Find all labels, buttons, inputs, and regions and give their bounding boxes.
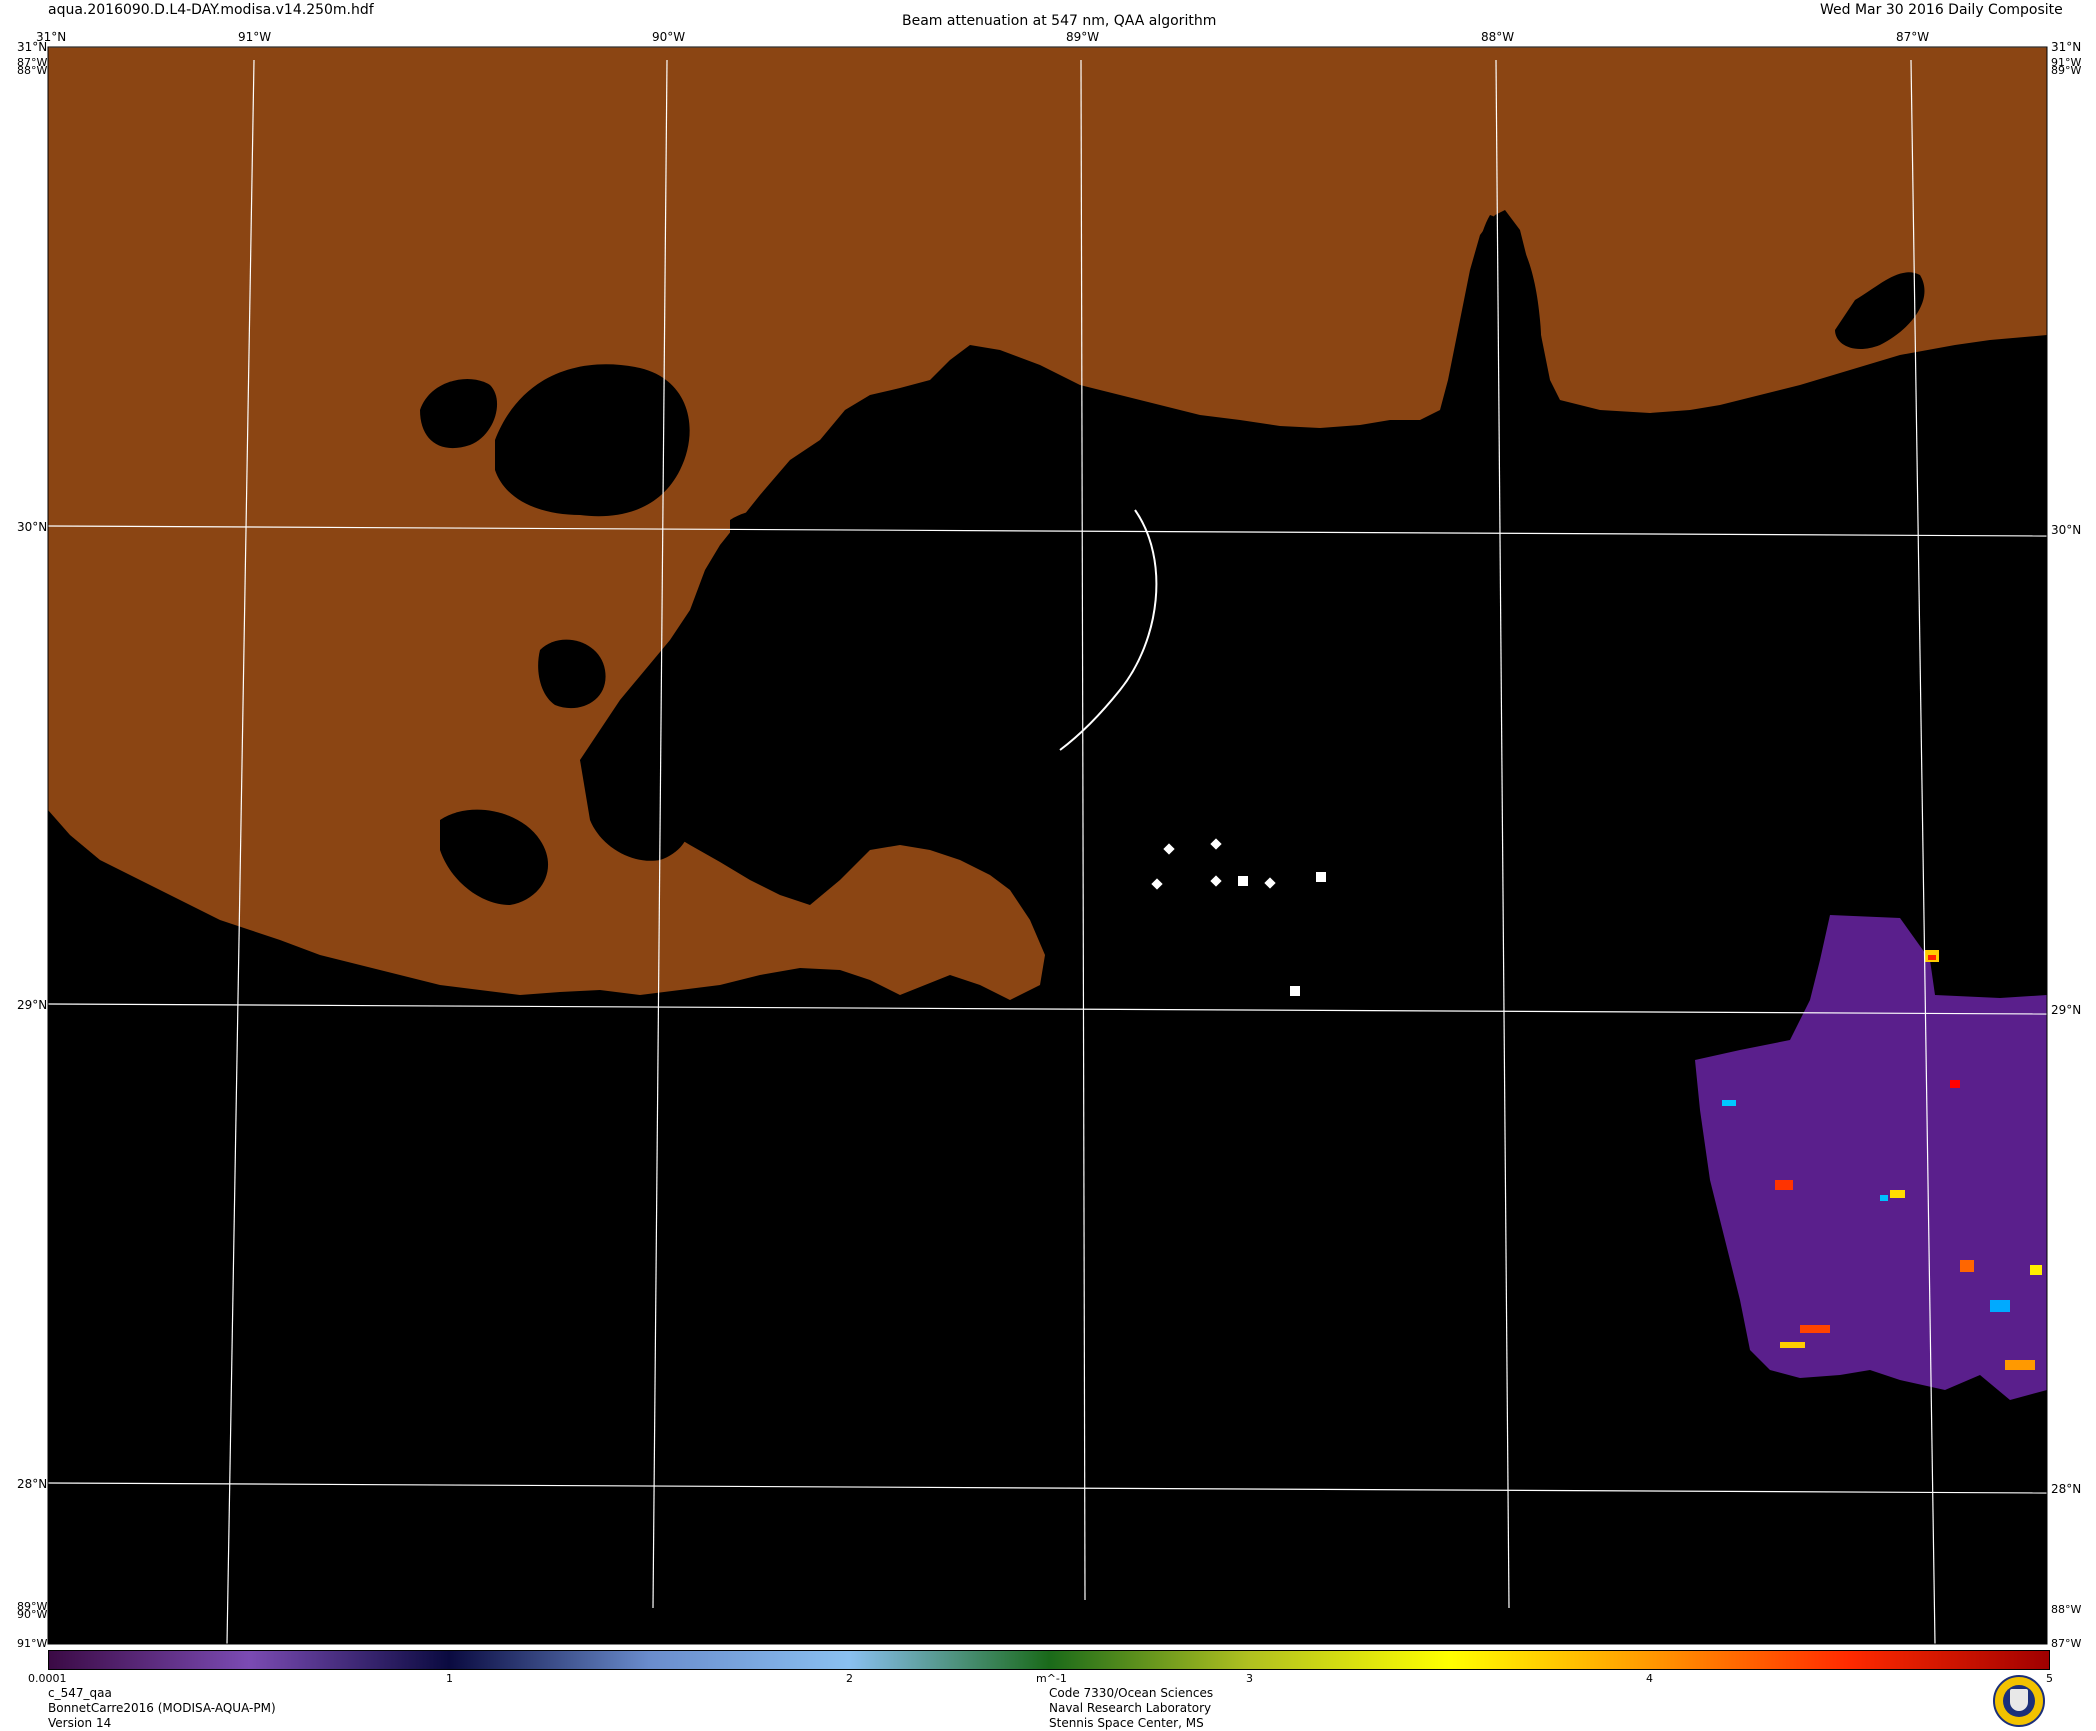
colorbar-tick-label: 1	[446, 1672, 453, 1685]
nrl-seal-logo	[1993, 1675, 2045, 1727]
lon-label-top: 89°W	[1066, 30, 1100, 44]
colorbar-tick-label: 0.0001	[28, 1672, 67, 1685]
corner-label: 91°W	[17, 1637, 48, 1650]
corner-label: 89°W	[2051, 64, 2082, 77]
corner-label: 88°W	[17, 64, 48, 77]
lat-label-right: 29°N	[2051, 1003, 2082, 1017]
product-name: c_547_qaa	[48, 1686, 112, 1700]
map-figure: aqua.2016090.D.L4-DAY.modisa.v14.250m.hd…	[0, 0, 2096, 1731]
logo-shield	[2010, 1689, 2028, 1711]
corner-label: 90°W	[17, 1608, 48, 1621]
map-canvas	[47, 46, 2048, 1645]
lon-label-top: 90°W	[652, 30, 686, 44]
lon-label-top: 91°W	[238, 30, 272, 44]
corner-label: 88°W	[2051, 1603, 2082, 1616]
org-line: Stennis Space Center, MS	[1049, 1716, 1204, 1730]
version-label: Version 14	[48, 1716, 112, 1730]
colorbar-unit: m^-1	[1036, 1672, 1067, 1685]
lat-label-left: 28°N	[17, 1477, 48, 1491]
colorbar-tick-label: 3	[1246, 1672, 1253, 1685]
lat-label-left: 29°N	[17, 998, 48, 1012]
org-line: Code 7330/Ocean Sciences	[1049, 1686, 1214, 1700]
lon-label-top: 87°W	[1896, 30, 1930, 44]
colorbar	[48, 1650, 2050, 1670]
project-name: BonnetCarre2016 (MODISA-AQUA-PM)	[48, 1701, 276, 1715]
lon-label-top: 88°W	[1481, 30, 1515, 44]
platform-marker	[1238, 876, 1248, 886]
lat-label-right: 31°N	[2051, 40, 2082, 54]
corner-label: 31°N	[36, 30, 67, 44]
colorbar-tick-label: 4	[1646, 1672, 1653, 1685]
corner-label: 87°W	[2051, 1637, 2082, 1650]
colorbar-tick-label: 2	[846, 1672, 853, 1685]
lat-label-right: 28°N	[2051, 1482, 2082, 1496]
org-line: Naval Research Laboratory	[1049, 1701, 1212, 1715]
lat-label-right: 30°N	[2051, 523, 2082, 537]
colorbar-tick-label: 5	[2046, 1672, 2053, 1685]
lat-label-left: 30°N	[17, 520, 48, 534]
platform-marker	[1290, 986, 1300, 996]
platform-marker	[1316, 872, 1326, 882]
